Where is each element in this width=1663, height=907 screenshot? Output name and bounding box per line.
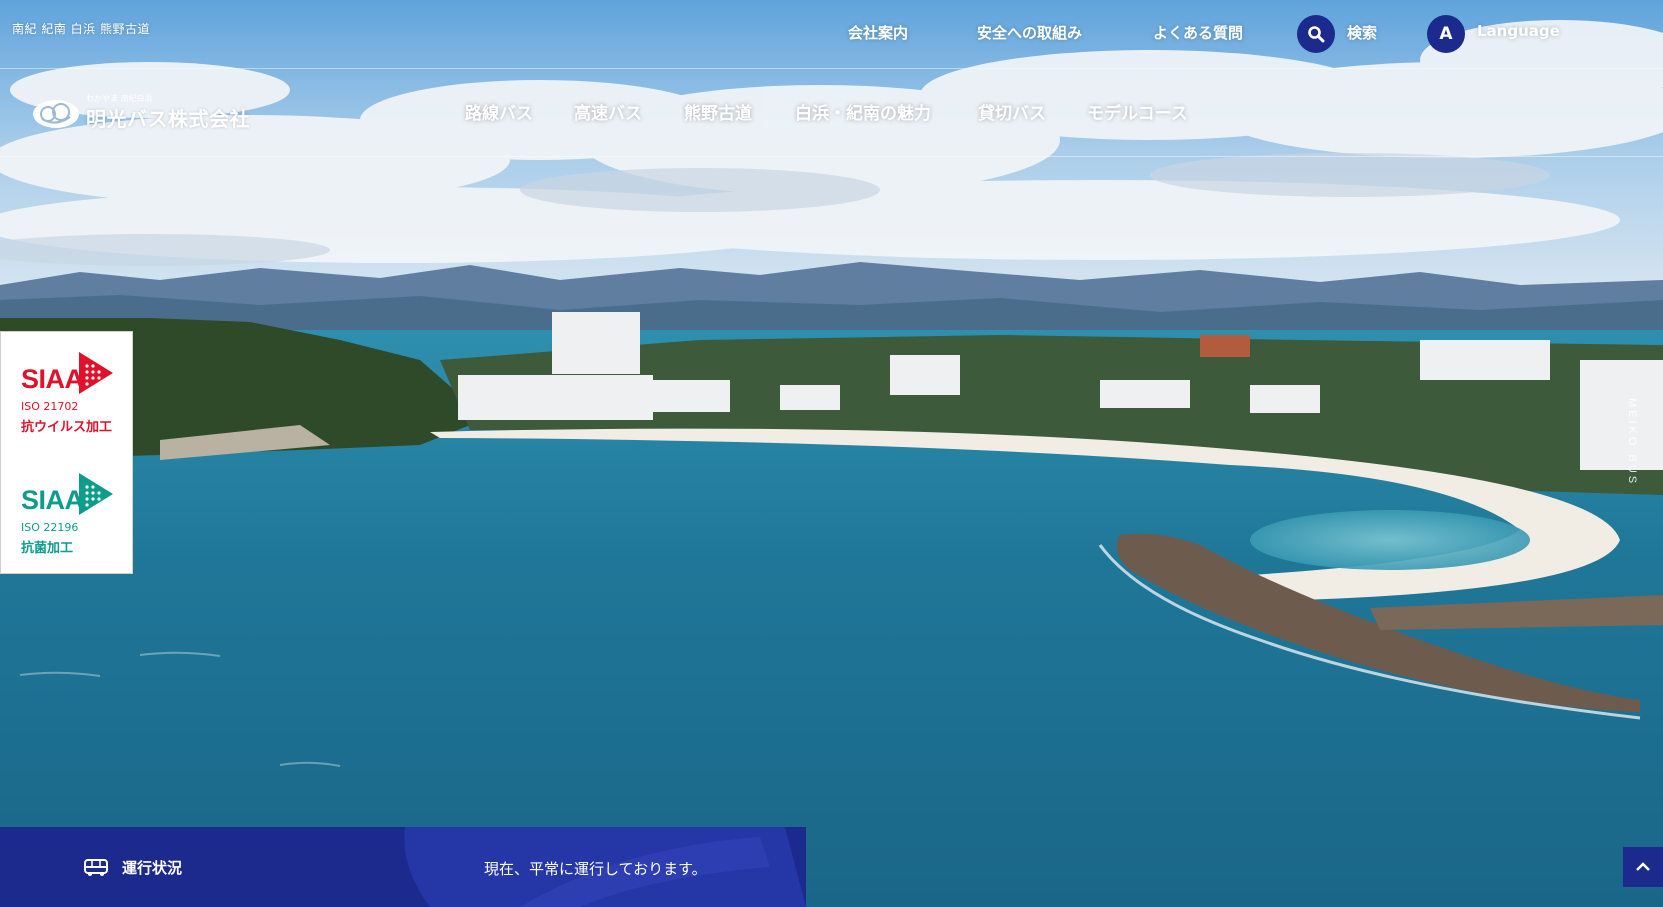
status-message: 現在、平常に運行しております。 (484, 860, 707, 878)
faq-link[interactable]: よくある質問 (1153, 22, 1243, 43)
logo-mark-icon (33, 100, 79, 128)
nav-charter-bus[interactable]: 貸切バス (978, 99, 1046, 124)
company-logo[interactable]: わかやま 南紀白浜 明光バス株式会社 (32, 93, 272, 133)
siaa-antiviral-badge: SIAA ISO 21702 抗ウイルス加工 (21, 352, 121, 442)
company-info-link[interactable]: 会社案内 (848, 22, 908, 43)
bus-icon (84, 858, 108, 876)
vertical-brand-text: MEIKO BUS (1626, 398, 1638, 487)
language-icon: A (1439, 24, 1453, 44)
siaa-mark-icon (79, 352, 113, 394)
status-label-link[interactable]: 運行状況 (84, 857, 182, 878)
siaa-title: SIAA (21, 364, 84, 394)
siaa-mark-icon (79, 473, 113, 515)
nav-route-bus[interactable]: 路線バス (465, 99, 533, 124)
operation-status-bar: 運行状況 現在、平常に運行しております。 (0, 827, 806, 907)
language-label[interactable]: Language (1477, 22, 1560, 40)
back-to-top-button[interactable] (1623, 847, 1663, 887)
search-label[interactable]: 検索 (1347, 22, 1377, 43)
nav-kumano-kodo[interactable]: 熊野古道 (684, 99, 752, 124)
main-header: わかやま 南紀白浜 明光バス株式会社 路線バス 高速バス 熊野古道 白浜・紀南の… (0, 69, 1663, 157)
siaa-label: 抗菌加工 (21, 541, 74, 556)
siaa-title: SIAA (21, 485, 84, 515)
siaa-iso-number: ISO 21702 (21, 400, 79, 413)
nav-highway-bus[interactable]: 高速バス (574, 99, 642, 124)
utility-bar: 南紀 紀南 白浜 熊野古道 会社案内 安全への取組み よくある質問 検索 A L… (0, 0, 1663, 69)
nav-model-course[interactable]: モデルコース (1087, 99, 1188, 124)
siaa-badges[interactable]: SIAA ISO 21702 抗ウイルス加工 SIAA ISO 22196 抗菌… (0, 331, 133, 574)
siaa-iso-number: ISO 22196 (21, 521, 79, 534)
siaa-antibacterial-badge: SIAA ISO 22196 抗菌加工 (21, 473, 121, 563)
company-name: 明光バス株式会社 (86, 107, 250, 131)
siaa-label: 抗ウイルス加工 (21, 420, 113, 435)
safety-efforts-link[interactable]: 安全への取組み (977, 22, 1082, 43)
status-label: 運行状況 (122, 859, 183, 877)
nav-shirahama-charm[interactable]: 白浜・紀南の魅力 (795, 99, 931, 124)
search-icon (1308, 26, 1325, 43)
language-button[interactable]: A (1427, 15, 1465, 53)
chevron-up-icon (1636, 862, 1650, 871)
search-button[interactable] (1297, 15, 1335, 53)
region-text: 南紀 紀南 白浜 熊野古道 (12, 22, 150, 36)
